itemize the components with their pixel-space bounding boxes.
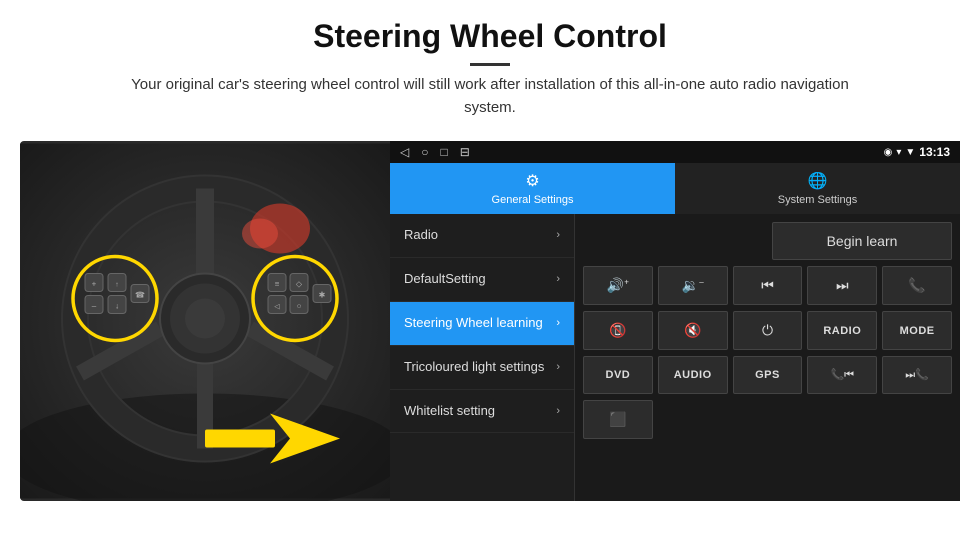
status-icons: ◉ ▾ ▼ 13:13 — [884, 145, 950, 159]
status-time: 13:13 — [919, 145, 950, 159]
settings-small-icon: ⬛ — [609, 411, 626, 428]
radio-label: RADIO — [823, 325, 861, 337]
menu-item-tricoloured[interactable]: Tricoloured light settings › — [390, 346, 574, 390]
controls-panel: Begin learn 🔊+ 🔉– ⏮ ⏭ — [575, 214, 960, 501]
signal-icon: ▼ — [905, 147, 915, 158]
settings-content: Radio › DefaultSetting › Steering Wheel … — [390, 214, 960, 501]
tab-system[interactable]: 🌐 System Settings — [675, 163, 960, 214]
phone-icon: 📞 — [908, 277, 925, 294]
svg-text:↓: ↓ — [115, 302, 119, 311]
control-row-1: 🔊+ 🔉– ⏮ ⏭ 📞 — [583, 266, 952, 305]
dvd-button[interactable]: DVD — [583, 356, 653, 394]
menu-item-tricoloured-label: Tricoloured light settings — [404, 359, 556, 376]
next-track-button[interactable]: ⏭ — [807, 266, 877, 305]
svg-text:✱: ✱ — [319, 291, 326, 300]
dvd-label: DVD — [606, 369, 631, 381]
control-row-2: 📵 🔇 ⏻ RADIO MODE — [583, 311, 952, 350]
vol-up-button[interactable]: 🔊+ — [583, 266, 653, 305]
hang-up-button[interactable]: 📵 — [583, 311, 653, 350]
chevron-right-icon: › — [556, 229, 560, 241]
menu-item-whitelist-label: Whitelist setting — [404, 403, 556, 420]
tab-general-label: General Settings — [492, 194, 574, 206]
back-icon: ◁ — [400, 145, 409, 159]
main-content: + – ↑ ↓ ☎ ≡ ◁ ◇ ○ ✱ — [20, 141, 960, 501]
svg-text:◁: ◁ — [274, 304, 280, 311]
phone-next-button[interactable]: ⏭📞 — [882, 356, 952, 394]
tab-general[interactable]: ⚙ General Settings — [390, 163, 675, 214]
mode-button[interactable]: MODE — [882, 311, 952, 350]
menu-item-whitelist[interactable]: Whitelist setting › — [390, 390, 574, 434]
wifi-icon: ▾ — [896, 147, 901, 158]
page-title: Steering Wheel Control — [40, 18, 940, 55]
svg-text:≡: ≡ — [275, 280, 280, 289]
gps-label: GPS — [755, 369, 780, 381]
settings-menu: Radio › DefaultSetting › Steering Wheel … — [390, 214, 575, 501]
android-panel: ◁ ○ □ ⊟ ◉ ▾ ▼ 13:13 ⚙ General Settings 🌐… — [390, 141, 960, 501]
next-track-icon: ⏭ — [836, 277, 849, 294]
nav-icons: ◁ ○ □ ⊟ — [400, 145, 878, 159]
menu-item-steering-label: Steering Wheel learning — [404, 315, 556, 332]
svg-text:☎: ☎ — [135, 291, 145, 300]
mode-label: MODE — [900, 325, 935, 337]
control-row-3: DVD AUDIO GPS 📞⏮ ⏭📞 — [583, 356, 952, 394]
menu-item-default-label: DefaultSetting — [404, 271, 556, 288]
home-icon: ○ — [421, 145, 428, 159]
phone-next-icon: ⏭📞 — [905, 368, 929, 382]
header-divider — [470, 63, 510, 66]
location-icon: ◉ — [884, 147, 893, 158]
steering-wheel-image: + – ↑ ↓ ☎ ≡ ◁ ◇ ○ ✱ — [20, 141, 390, 501]
recents-icon: □ — [440, 145, 447, 159]
menu-item-radio[interactable]: Radio › — [390, 214, 574, 258]
control-row-4: ⬛ — [583, 400, 952, 439]
status-bar: ◁ ○ □ ⊟ ◉ ▾ ▼ 13:13 — [390, 141, 960, 163]
svg-text:–: – — [92, 302, 97, 311]
page-header: Steering Wheel Control Your original car… — [0, 0, 980, 129]
svg-text:↑: ↑ — [115, 282, 119, 289]
audio-button[interactable]: AUDIO — [658, 356, 728, 394]
chevron-right-icon: › — [556, 405, 560, 417]
vol-up-icon: 🔊+ — [607, 277, 629, 294]
svg-text:◇: ◇ — [296, 280, 303, 289]
tab-bar: ⚙ General Settings 🌐 System Settings — [390, 163, 960, 214]
vol-down-icon: 🔉– — [682, 277, 704, 294]
menu-item-radio-label: Radio — [404, 227, 556, 244]
hang-up-icon: 📵 — [609, 322, 626, 339]
gps-button[interactable]: GPS — [733, 356, 803, 394]
prev-track-icon: ⏮ — [761, 277, 774, 294]
svg-text:○: ○ — [297, 302, 302, 311]
menu-item-steering[interactable]: Steering Wheel learning › — [390, 302, 574, 346]
settings-icon-button[interactable]: ⬛ — [583, 400, 653, 439]
phone-answer-button[interactable]: 📞 — [882, 266, 952, 305]
prev-track-button[interactable]: ⏮ — [733, 266, 803, 305]
svg-text:+: + — [92, 280, 97, 289]
vol-down-button[interactable]: 🔉– — [658, 266, 728, 305]
power-button[interactable]: ⏻ — [733, 311, 803, 350]
chevron-right-icon: › — [556, 361, 560, 373]
power-icon: ⏻ — [762, 322, 773, 339]
chevron-right-icon: › — [556, 317, 560, 329]
menu-item-default[interactable]: DefaultSetting › — [390, 258, 574, 302]
tab-system-label: System Settings — [778, 194, 857, 206]
radio-button[interactable]: RADIO — [807, 311, 877, 350]
mute-icon: 🔇 — [684, 322, 701, 339]
mute-button[interactable]: 🔇 — [658, 311, 728, 350]
car-image-panel: + – ↑ ↓ ☎ ≡ ◁ ◇ ○ ✱ — [20, 141, 390, 501]
globe-icon: 🌐 — [808, 171, 828, 191]
phone-prev-icon: 📞⏮ — [830, 368, 854, 382]
menu-icon: ⊟ — [460, 145, 470, 159]
gear-icon: ⚙ — [525, 171, 539, 191]
begin-learn-button[interactable]: Begin learn — [772, 222, 952, 260]
phone-prev-button[interactable]: 📞⏮ — [807, 356, 877, 394]
chevron-right-icon: › — [556, 273, 560, 285]
begin-learn-row: Begin learn — [583, 222, 952, 260]
header-description: Your original car's steering wheel contr… — [130, 74, 850, 119]
audio-label: AUDIO — [674, 369, 712, 381]
